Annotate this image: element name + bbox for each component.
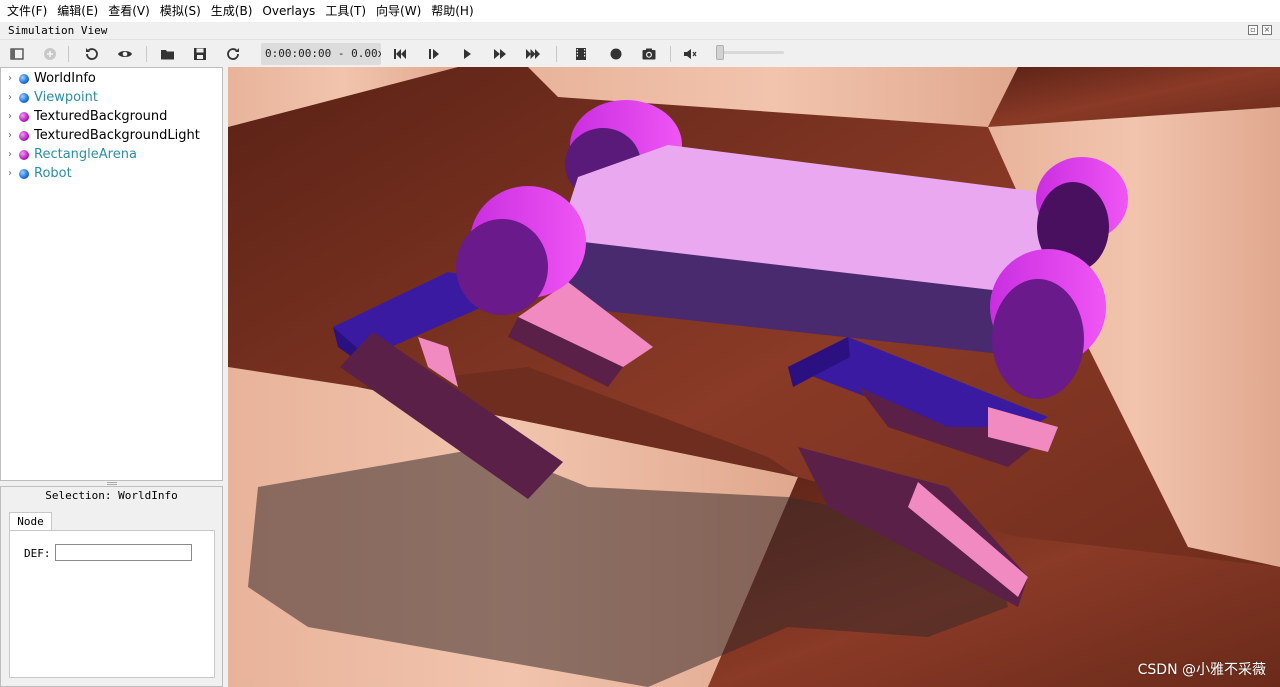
volume-icon[interactable] — [680, 44, 700, 64]
tree-item-texturedbackgroundlight[interactable]: › TexturedBackgroundLight — [1, 126, 222, 145]
tab-node[interactable]: Node — [9, 512, 52, 531]
volume-slider-track[interactable] — [718, 51, 784, 54]
expand-arrow-icon[interactable]: › — [1, 111, 19, 122]
scene-tree: › WorldInfo › Viewpoint › TexturedBackgr… — [0, 67, 223, 481]
menu-help[interactable]: 帮助(H) — [426, 0, 478, 22]
toolbar: 0:00:00:00 - 0.00x — [0, 40, 1280, 68]
tree-item-label: Robot — [34, 166, 72, 181]
tree-item-label: TexturedBackground — [34, 109, 168, 124]
close-window-icon[interactable]: × — [1262, 25, 1272, 35]
3d-viewport[interactable]: CSDN @小雅不采薇 — [228, 67, 1280, 687]
expand-arrow-icon[interactable]: › — [1, 168, 19, 179]
tree-item-label: TexturedBackgroundLight — [34, 128, 200, 143]
menu-view[interactable]: 查看(V) — [103, 0, 155, 22]
play-icon[interactable] — [457, 44, 477, 64]
record-movie-icon[interactable] — [571, 44, 591, 64]
tree-item-robot[interactable]: › Robot — [1, 164, 222, 183]
tree-item-rectanglearena[interactable]: › RectangleArena — [1, 145, 222, 164]
def-input[interactable] — [55, 544, 192, 561]
eye-icon[interactable] — [115, 44, 135, 64]
fastest-icon[interactable] — [523, 44, 543, 64]
node-ball-icon — [19, 130, 29, 141]
menu-wizards[interactable]: 向导(W) — [371, 0, 426, 22]
menu-file[interactable]: 文件(F) — [2, 0, 52, 22]
simulation-view-header: Simulation View ▫ × — [0, 22, 1280, 40]
panel-toggle-icon[interactable] — [7, 44, 27, 64]
reload-icon[interactable] — [82, 44, 102, 64]
tree-item-texturedbackground[interactable]: › TexturedBackground — [1, 107, 222, 126]
tree-item-worldinfo[interactable]: › WorldInfo — [1, 69, 222, 88]
node-ball-icon — [19, 92, 29, 103]
expand-arrow-icon[interactable]: › — [1, 130, 19, 141]
menu-build[interactable]: 生成(B) — [206, 0, 258, 22]
node-ball-icon — [19, 111, 29, 122]
expand-arrow-icon[interactable]: › — [1, 73, 19, 84]
menu-edit[interactable]: 编辑(E) — [52, 0, 103, 22]
save-world-icon[interactable] — [190, 44, 210, 64]
open-world-icon[interactable] — [158, 44, 178, 64]
horizontal-splitter-handle[interactable] — [107, 482, 117, 485]
simulation-time-display: 0:00:00:00 - 0.00x — [261, 43, 381, 65]
scene-render — [228, 67, 1280, 687]
tree-item-viewpoint[interactable]: › Viewpoint — [1, 88, 222, 107]
node-ball-icon — [19, 73, 29, 84]
add-node-icon[interactable] — [40, 44, 60, 64]
float-window-icon[interactable]: ▫ — [1248, 25, 1258, 35]
expand-arrow-icon[interactable]: › — [1, 149, 19, 160]
node-editor-panel: Selection: WorldInfo Node DEF: — [0, 486, 223, 687]
menu-tools[interactable]: 工具(T) — [320, 0, 371, 22]
menu-bar: 文件(F) 编辑(E) 查看(V) 模拟(S) 生成(B) Overlays 工… — [0, 0, 1280, 22]
watermark: CSDN @小雅不采薇 — [1137, 662, 1266, 678]
menu-simulation[interactable]: 模拟(S) — [155, 0, 206, 22]
expand-arrow-icon[interactable]: › — [1, 92, 19, 103]
revert-icon[interactable] — [223, 44, 243, 64]
node-tab-body: DEF: — [9, 530, 215, 678]
tree-item-label: Viewpoint — [34, 90, 99, 105]
record-icon[interactable] — [606, 44, 626, 64]
fast-forward-icon[interactable] — [490, 44, 510, 64]
step-icon[interactable] — [424, 44, 444, 64]
volume-slider-handle[interactable] — [716, 45, 724, 60]
def-label: DEF: — [24, 547, 51, 560]
menu-overlays[interactable]: Overlays — [257, 0, 320, 22]
node-ball-icon — [19, 168, 29, 179]
tree-item-label: WorldInfo — [34, 71, 96, 86]
screenshot-icon[interactable] — [639, 44, 659, 64]
tree-item-label: RectangleArena — [34, 147, 137, 162]
step-back-icon[interactable] — [390, 44, 410, 64]
selection-label: Selection: WorldInfo — [45, 489, 178, 502]
node-ball-icon — [19, 149, 29, 160]
simulation-view-title: Simulation View — [8, 24, 108, 37]
